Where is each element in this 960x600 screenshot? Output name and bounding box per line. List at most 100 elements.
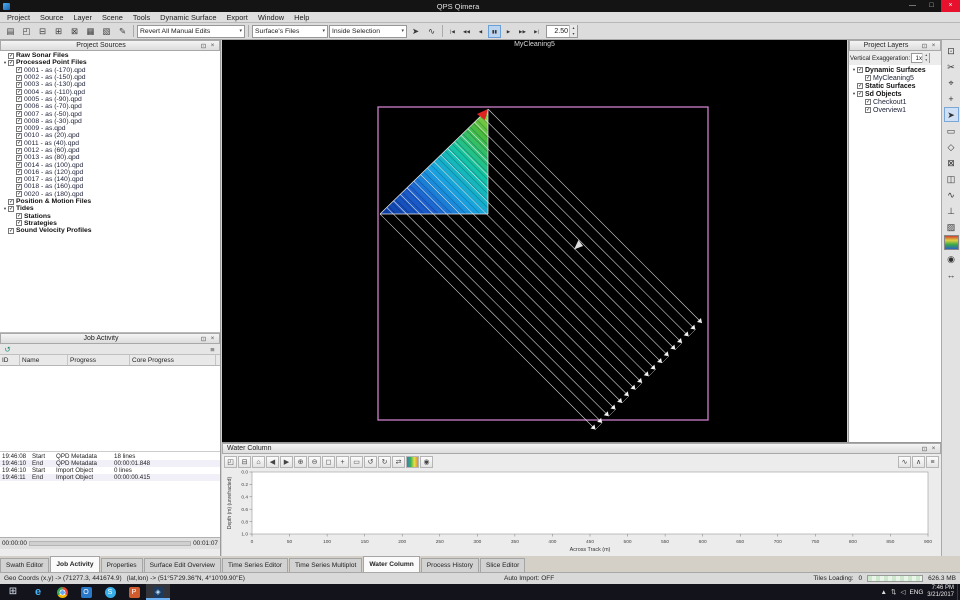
source-item-0012-as-60-qpd[interactable]: ✓0012 - as (60).qpd [0, 147, 220, 154]
layer-item-sd-objects[interactable]: ▾✓Sd Objects [849, 90, 941, 98]
link-icon[interactable]: ⇄ [392, 456, 405, 468]
open-project-icon[interactable]: ◰ [19, 25, 34, 38]
source-item-0017-as-140-qpd[interactable]: ✓0017 - as (140).qpd [0, 176, 220, 183]
source-item-position-motion-files[interactable]: ✓Position & Motion Files [0, 198, 220, 205]
tray-expand-icon[interactable]: ▲ [881, 589, 887, 596]
checkbox[interactable]: ✓ [16, 191, 22, 197]
dock-tab-job-activity[interactable]: Job Activity [50, 556, 99, 572]
float-panel-icon[interactable]: ⊡ [199, 42, 208, 50]
dock-tab-swath-editor[interactable]: Swath Editor [0, 558, 49, 572]
skype-icon[interactable]: S [98, 584, 122, 600]
log-row[interactable]: 19:46:10EndQPD Metadata00:00:01.848 [0, 460, 220, 467]
scene-view[interactable]: MyCleaning5 [222, 40, 847, 442]
checkbox[interactable]: ✓ [857, 91, 863, 97]
select-rect-icon[interactable]: ▭ [944, 123, 959, 138]
column-header-name[interactable]: Name [20, 355, 68, 365]
camera-icon[interactable]: ◉ [420, 456, 433, 468]
beam-icon[interactable]: ∧ [912, 456, 925, 468]
log-row[interactable]: 19:46:08StartQPD Metadata18 lines [0, 453, 220, 460]
clock[interactable]: 7:46 PM3/21/2017 [927, 585, 954, 599]
step-back-button[interactable]: ◀ [474, 25, 487, 38]
pan-icon[interactable]: ↔ [944, 267, 959, 282]
checkbox[interactable]: ✓ [16, 148, 22, 154]
column-header-core-progress[interactable]: Core Progress [130, 355, 216, 365]
source-item-processed-point-files[interactable]: ▾✓Processed Point Files [0, 59, 220, 66]
job-menu-icon[interactable]: ≡ [207, 345, 218, 354]
minimize-button[interactable]: — [903, 0, 922, 12]
dock-tab-properties[interactable]: Properties [101, 558, 143, 572]
view-tab-slice-editor[interactable]: Slice Editor [480, 558, 525, 572]
checkbox[interactable]: ✓ [16, 169, 22, 175]
source-item-0010-as-20-qpd[interactable]: ✓0010 - as (20).qpd [0, 132, 220, 139]
checkbox[interactable]: ✓ [8, 199, 14, 205]
checkbox[interactable]: ✓ [8, 53, 14, 59]
layer-item-mycleaning5[interactable]: ✓MyCleaning5 [849, 74, 941, 82]
checkbox[interactable]: ✓ [16, 82, 22, 88]
column-header-id[interactable]: ID [0, 355, 20, 365]
view-tab-water-column[interactable]: Water Column [363, 556, 419, 572]
scene-canvas[interactable] [222, 40, 847, 442]
step-forward-button[interactable]: ▶ [502, 25, 515, 38]
checkbox[interactable]: ✓ [857, 67, 863, 73]
checkbox[interactable]: ✓ [16, 213, 22, 219]
source-item-stations[interactable]: ✓Stations [0, 213, 220, 220]
menu-icon[interactable]: ≡ [926, 456, 939, 468]
source-item-0005-as-90-qpd[interactable]: ✓0005 - as (-90).qpd [0, 96, 220, 103]
source-item-sound-velocity-profiles[interactable]: ✓Sound Velocity Profiles [0, 227, 220, 234]
back-icon[interactable]: ◀ [266, 456, 279, 468]
source-item-0020-as-180-qpd[interactable]: ✓0020 - as (180).qpd [0, 191, 220, 198]
source-item-strategies[interactable]: ✓Strategies [0, 220, 220, 227]
checkbox[interactable]: ✓ [8, 228, 14, 234]
dock-icon[interactable]: ⊡ [944, 43, 959, 58]
source-item-0006-as-70-qpd[interactable]: ✓0006 - as (-70).qpd [0, 103, 220, 110]
checkbox[interactable]: ✓ [8, 206, 14, 212]
target-icon[interactable]: ⌖ [944, 75, 959, 90]
checkbox[interactable]: ✓ [16, 96, 22, 102]
spin-down-icon[interactable]: ▾ [570, 31, 577, 37]
view-tab-process-history[interactable]: Process History [421, 558, 479, 572]
log-row[interactable]: 19:46:11EndImport Object00:00:00.415 [0, 474, 220, 481]
layer-item-checkout1[interactable]: ✓Checkout1 [849, 98, 941, 106]
water-column-plot[interactable]: 0501001502002503003504004505005506006507… [222, 469, 941, 557]
select-icon[interactable]: ▭ [350, 456, 363, 468]
close-panel-icon[interactable]: × [208, 42, 217, 49]
open-icon[interactable]: ◰ [224, 456, 237, 468]
source-item-0007-as-50-qpd[interactable]: ✓0007 - as (-50).qpd [0, 110, 220, 117]
zoom-in-icon[interactable]: ⊕ [294, 456, 307, 468]
first-button[interactable]: |◀ [446, 25, 459, 38]
network-icon[interactable]: ⇅ [891, 588, 896, 596]
source-item-0008-as-30-qpd[interactable]: ✓0008 - as (-30).qpd [0, 118, 220, 125]
checkbox[interactable]: ✓ [16, 184, 22, 190]
slice-icon[interactable]: ◫ [944, 171, 959, 186]
source-item-0014-as-100-qpd[interactable]: ✓0014 - as (100).qpd [0, 161, 220, 168]
new-project-icon[interactable]: ▤ [3, 25, 18, 38]
save-icon[interactable]: ⊟ [238, 456, 251, 468]
source-item-0009-as-qpd[interactable]: ✓0009 - as.qpd [0, 125, 220, 132]
vertical-exaggeration-spinner[interactable]: 1x ▴ ▾ [911, 53, 930, 63]
menu-layer[interactable]: Layer [68, 13, 97, 22]
checkbox[interactable]: ✓ [16, 111, 22, 117]
checkbox[interactable]: ✓ [865, 99, 871, 105]
layer-item-dynamic-surfaces[interactable]: ▾✓Dynamic Surfaces [849, 66, 941, 74]
checkbox[interactable]: ✓ [16, 118, 22, 124]
column-header-progress[interactable]: Progress [68, 355, 130, 365]
powerpoint-icon[interactable]: P [122, 584, 146, 600]
save-icon[interactable]: ⊟ [35, 25, 50, 38]
forward-icon[interactable]: ▶ [280, 456, 293, 468]
checkbox[interactable]: ✓ [16, 140, 22, 146]
home-icon[interactable]: ⌂ [252, 456, 265, 468]
edge-icon[interactable]: e [26, 584, 50, 600]
float-panel-icon[interactable]: ⊡ [199, 335, 208, 343]
source-item-0001-as-170-qpd[interactable]: ✓0001 - as (-170).qpd [0, 67, 220, 74]
qimera-icon[interactable]: ◈ [146, 584, 170, 600]
close-panel-icon[interactable]: × [208, 335, 217, 342]
view-tab-time-series-editor[interactable]: Time Series Editor [222, 558, 288, 572]
source-item-raw-sonar-files[interactable]: ✓Raw Sonar Files [0, 52, 220, 59]
close-panel-icon[interactable]: × [929, 445, 938, 452]
menu-export[interactable]: Export [221, 13, 252, 22]
view-tab-time-series-multiplot[interactable]: Time Series Multiplot [289, 558, 362, 572]
pointer-icon[interactable]: ➤ [408, 25, 423, 38]
checkbox[interactable]: ✓ [16, 177, 22, 183]
checkbox[interactable]: ✓ [8, 60, 14, 66]
erase-icon[interactable]: ⊠ [944, 155, 959, 170]
